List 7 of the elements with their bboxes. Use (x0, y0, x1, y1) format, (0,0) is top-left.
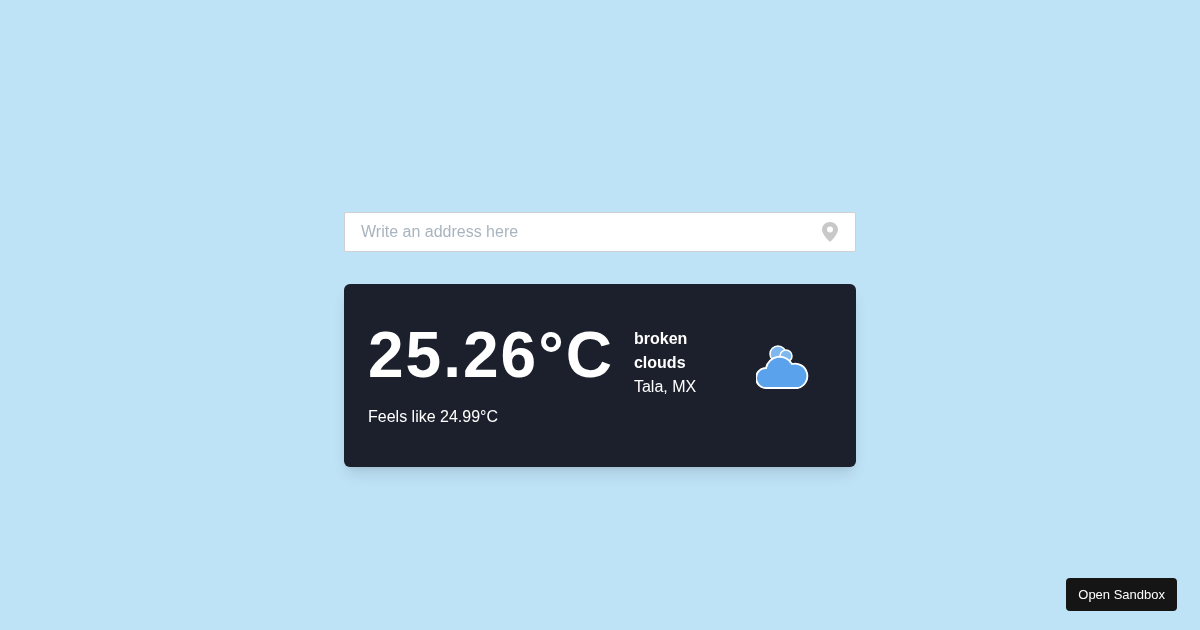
location-pin-icon (822, 222, 838, 242)
temperature: 25.26°C (368, 322, 614, 387)
feels-like: Feels like 24.99°C (368, 406, 499, 427)
open-sandbox-button[interactable]: Open Sandbox (1066, 578, 1177, 611)
address-field[interactable]: Write an address here (344, 212, 856, 252)
location: Tala, MX (633, 376, 698, 397)
weather-description: broken clouds (633, 328, 689, 373)
